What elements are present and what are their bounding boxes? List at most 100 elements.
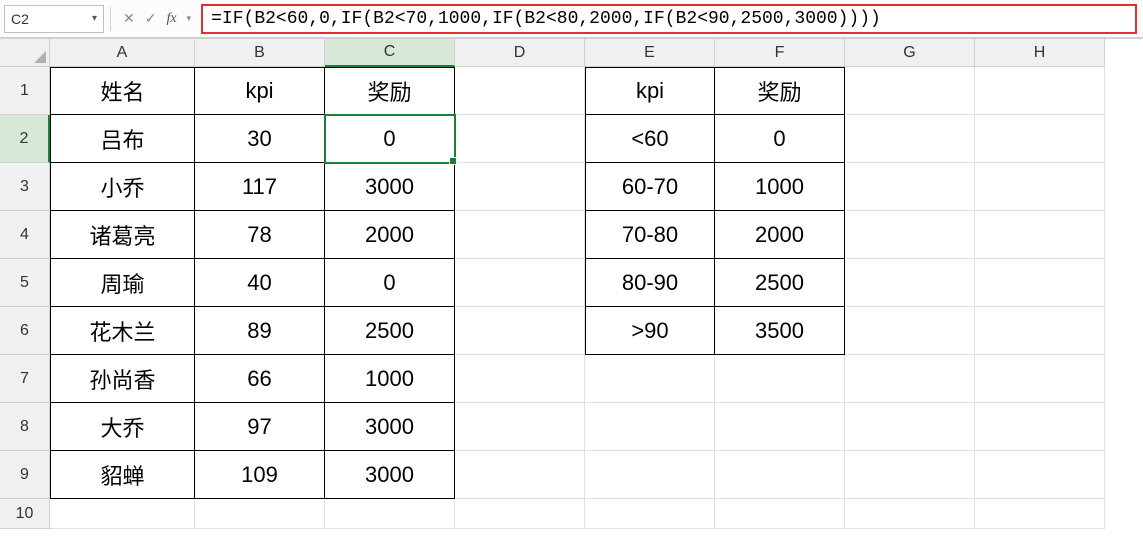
row-header-7[interactable]: 7 — [0, 355, 50, 403]
cell-G5[interactable] — [845, 259, 975, 307]
cell-A3[interactable]: 小乔 — [50, 163, 195, 211]
cell-G4[interactable] — [845, 211, 975, 259]
cell-F9[interactable] — [715, 451, 845, 499]
fx-icon[interactable]: fx — [166, 11, 176, 27]
cell-D2[interactable] — [455, 115, 585, 163]
name-box-dropdown-icon[interactable]: ▾ — [92, 13, 97, 24]
cell-H6[interactable] — [975, 307, 1105, 355]
cell-C4[interactable]: 2000 — [325, 211, 455, 259]
col-header-B[interactable]: B — [195, 39, 325, 67]
cell-H8[interactable] — [975, 403, 1105, 451]
cell-G10[interactable] — [845, 499, 975, 529]
cell-D4[interactable] — [455, 211, 585, 259]
cell-A5[interactable]: 周瑜 — [50, 259, 195, 307]
cell-C6[interactable]: 2500 — [325, 307, 455, 355]
cell-D9[interactable] — [455, 451, 585, 499]
cell-H7[interactable] — [975, 355, 1105, 403]
cell-C7[interactable]: 1000 — [325, 355, 455, 403]
formula-expand-icon[interactable]: ▾ — [187, 13, 192, 24]
cell-A8[interactable]: 大乔 — [50, 403, 195, 451]
cell-C9[interactable]: 3000 — [325, 451, 455, 499]
cell-F5[interactable]: 2500 — [715, 259, 845, 307]
cell-B8[interactable]: 97 — [195, 403, 325, 451]
cell-F7[interactable] — [715, 355, 845, 403]
cell-F10[interactable] — [715, 499, 845, 529]
cell-F4[interactable]: 2000 — [715, 211, 845, 259]
col-header-G[interactable]: G — [845, 39, 975, 67]
cell-E4[interactable]: 70-80 — [585, 211, 715, 259]
row-header-9[interactable]: 9 — [0, 451, 50, 499]
cell-B7[interactable]: 66 — [195, 355, 325, 403]
cell-H3[interactable] — [975, 163, 1105, 211]
cell-D7[interactable] — [455, 355, 585, 403]
cell-G2[interactable] — [845, 115, 975, 163]
cell-C10[interactable] — [325, 499, 455, 529]
cell-C1[interactable]: 奖励 — [325, 67, 455, 115]
cell-B5[interactable]: 40 — [195, 259, 325, 307]
cell-H5[interactable] — [975, 259, 1105, 307]
cell-B4[interactable]: 78 — [195, 211, 325, 259]
cell-D8[interactable] — [455, 403, 585, 451]
name-box[interactable]: C2 ▾ — [4, 5, 104, 33]
col-header-F[interactable]: F — [715, 39, 845, 67]
row-header-6[interactable]: 6 — [0, 307, 50, 355]
cell-G9[interactable] — [845, 451, 975, 499]
cell-H4[interactable] — [975, 211, 1105, 259]
cell-E7[interactable] — [585, 355, 715, 403]
cell-G3[interactable] — [845, 163, 975, 211]
row-header-1[interactable]: 1 — [0, 67, 50, 115]
cell-D10[interactable] — [455, 499, 585, 529]
cell-B6[interactable]: 89 — [195, 307, 325, 355]
cell-H2[interactable] — [975, 115, 1105, 163]
col-header-D[interactable]: D — [455, 39, 585, 67]
formula-input[interactable]: =IF(B2<60,0,IF(B2<70,1000,IF(B2<80,2000,… — [211, 9, 881, 29]
cell-G1[interactable] — [845, 67, 975, 115]
cell-E2[interactable]: <60 — [585, 115, 715, 163]
cell-A6[interactable]: 花木兰 — [50, 307, 195, 355]
cell-B2[interactable]: 30 — [195, 115, 325, 163]
col-header-C[interactable]: C — [325, 39, 455, 67]
cell-A7[interactable]: 孙尚香 — [50, 355, 195, 403]
cell-F2[interactable]: 0 — [715, 115, 845, 163]
spreadsheet-grid[interactable]: A B C D E F G H 1 姓名 kpi 奖励 kpi 奖励 2 吕布 … — [0, 38, 1143, 529]
cell-E8[interactable] — [585, 403, 715, 451]
cell-A10[interactable] — [50, 499, 195, 529]
cell-B1[interactable]: kpi — [195, 67, 325, 115]
cell-A9[interactable]: 貂蝉 — [50, 451, 195, 499]
row-header-3[interactable]: 3 — [0, 163, 50, 211]
col-header-E[interactable]: E — [585, 39, 715, 67]
cell-H1[interactable] — [975, 67, 1105, 115]
cell-C3[interactable]: 3000 — [325, 163, 455, 211]
cell-F3[interactable]: 1000 — [715, 163, 845, 211]
cell-E9[interactable] — [585, 451, 715, 499]
cell-B10[interactable] — [195, 499, 325, 529]
row-header-10[interactable]: 10 — [0, 499, 50, 529]
cell-E1[interactable]: kpi — [585, 67, 715, 115]
cell-E6[interactable]: >90 — [585, 307, 715, 355]
cell-H9[interactable] — [975, 451, 1105, 499]
select-all-corner[interactable] — [0, 39, 50, 67]
cell-E10[interactable] — [585, 499, 715, 529]
cell-D5[interactable] — [455, 259, 585, 307]
cell-H10[interactable] — [975, 499, 1105, 529]
col-header-A[interactable]: A — [50, 39, 195, 67]
row-header-4[interactable]: 4 — [0, 211, 50, 259]
cell-D6[interactable] — [455, 307, 585, 355]
row-header-5[interactable]: 5 — [0, 259, 50, 307]
row-header-2[interactable]: 2 — [0, 115, 50, 163]
cell-F6[interactable]: 3500 — [715, 307, 845, 355]
cell-D1[interactable] — [455, 67, 585, 115]
col-header-H[interactable]: H — [975, 39, 1105, 67]
cell-G8[interactable] — [845, 403, 975, 451]
cell-A1[interactable]: 姓名 — [50, 67, 195, 115]
cell-C5[interactable]: 0 — [325, 259, 455, 307]
cell-E3[interactable]: 60-70 — [585, 163, 715, 211]
cell-F1[interactable]: 奖励 — [715, 67, 845, 115]
cell-D3[interactable] — [455, 163, 585, 211]
cell-B3[interactable]: 117 — [195, 163, 325, 211]
row-header-8[interactable]: 8 — [0, 403, 50, 451]
cell-A2[interactable]: 吕布 — [50, 115, 195, 163]
cell-C2[interactable]: 0 — [325, 115, 455, 163]
cell-G7[interactable] — [845, 355, 975, 403]
cell-E5[interactable]: 80-90 — [585, 259, 715, 307]
